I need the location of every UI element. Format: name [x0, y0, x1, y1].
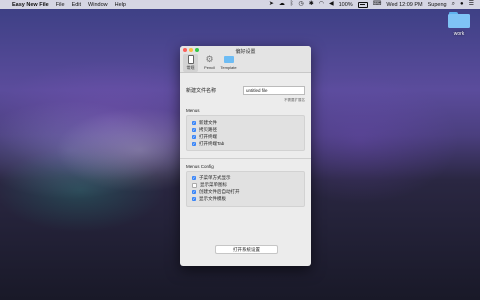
config-option-submenu[interactable]: ✓ 子菜单方式显示 [192, 175, 299, 182]
config-option-auto-open[interactable]: ✓ 创建文件后自动打开 [192, 189, 299, 196]
filename-hint: 不需要扩展名 [284, 98, 305, 102]
config-option-show-templates[interactable]: ✓ 显示文件模板 [192, 196, 299, 203]
tab-pencil-label: Pencil [204, 65, 215, 70]
input-source-icon[interactable]: ⌨ [373, 1, 382, 8]
menus-section-title: Menus [186, 108, 200, 113]
notification-center-icon[interactable]: ☰ [469, 1, 474, 8]
tab-template[interactable]: Template [220, 54, 237, 72]
checkbox[interactable]: ✓ [192, 176, 196, 181]
bluetooth-status-icon[interactable]: ✱ [309, 1, 314, 8]
open-system-settings-button[interactable]: 打开系统设置 [215, 245, 278, 254]
location-icon[interactable]: ➤ [269, 1, 274, 8]
tab-pencil[interactable]: ⚙ Pencil [202, 54, 217, 72]
checkbox[interactable]: ✓ [192, 141, 196, 146]
battery-icon[interactable] [357, 1, 368, 8]
battery-percent: 100% [338, 1, 353, 8]
menu-option-copy-path[interactable]: ✓ 拷贝路径 [192, 126, 299, 133]
option-label: 创建文件后自动打开 [199, 189, 240, 195]
filename-label: 新建文件名称 [186, 88, 217, 94]
desktop-folder-label: work [453, 31, 465, 37]
option-label: 拷贝路径 [199, 126, 217, 132]
menu-edit[interactable]: Edit [72, 2, 81, 8]
menu-bar: Easy New File File Edit Window Help ➤ ☁ … [0, 0, 480, 9]
wifi-icon[interactable]: ◠ [319, 1, 324, 8]
option-label: 子菜单方式显示 [199, 175, 231, 181]
menu-option-new-file[interactable]: ✓ 新建文件 [192, 119, 299, 126]
menu-help[interactable]: Help [115, 2, 126, 8]
config-option-menu-icons[interactable]: 显示菜单图标 [192, 182, 299, 189]
preferences-content: 新建文件名称 不需要扩展名 Menus ✓ 新建文件 ✓ 拷贝路径 ✓ 打开终端… [180, 86, 311, 207]
menu-option-open-terminal[interactable]: ✓ 打开终端 [192, 133, 299, 140]
user-menu[interactable]: Supeng [428, 2, 447, 8]
folder-icon [223, 56, 234, 63]
desktop-folder-work[interactable]: work [446, 12, 472, 37]
title-bar: 偏好设置 [180, 46, 311, 55]
bluetooth-icon[interactable]: ᛒ [290, 1, 294, 8]
option-label: 新建文件 [199, 119, 217, 125]
menus-group: ✓ 新建文件 ✓ 拷贝路径 ✓ 打开终端 ✓ 打开终端Tab [186, 115, 305, 151]
checkbox[interactable]: ✓ [192, 134, 196, 139]
clock[interactable]: Wed 12:09 PM [386, 2, 422, 8]
menu-option-open-terminal-tab[interactable]: ✓ 打开终端Tab [192, 140, 299, 147]
clock-icon[interactable]: ◷ [298, 1, 303, 8]
menus-config-group: ✓ 子菜单方式显示 显示菜单图标 ✓ 创建文件后自动打开 ✓ 显示文件模板 [186, 170, 305, 207]
tab-template-label: Template [220, 65, 237, 70]
option-label: 显示菜单图标 [200, 182, 227, 188]
app-menu[interactable]: Easy New File [12, 2, 49, 8]
checkbox[interactable]: ✓ [192, 120, 196, 125]
checkbox[interactable]: ✓ [192, 190, 196, 195]
checkbox[interactable] [192, 182, 197, 188]
volume-icon[interactable]: ◀ [329, 1, 334, 8]
tab-general-label: 常规 [186, 65, 195, 70]
device-icon [187, 55, 194, 64]
tab-general[interactable]: 常规 [183, 54, 198, 72]
siri-icon[interactable]: ● [460, 1, 464, 8]
window-title: 偏好设置 [235, 48, 256, 55]
menu-file[interactable]: File [56, 2, 65, 8]
preferences-window: 偏好设置 常规 ⚙ Pencil Template 新建文件名称 不需要扩展名 … [180, 46, 311, 266]
cloud-icon[interactable]: ☁ [279, 1, 285, 8]
checkbox[interactable]: ✓ [192, 197, 196, 202]
option-label: 打开终端Tab [199, 140, 225, 146]
menu-window[interactable]: Window [88, 2, 108, 8]
search-icon[interactable]: ⌕ [452, 1, 455, 8]
preferences-toolbar: 常规 ⚙ Pencil Template [180, 54, 311, 73]
option-label: 打开终端 [199, 133, 217, 139]
option-label: 显示文件模板 [199, 196, 226, 202]
filename-input[interactable] [243, 86, 305, 95]
folder-icon [448, 12, 470, 28]
gear-icon: ⚙ [205, 54, 214, 64]
section-divider [180, 158, 311, 159]
checkbox[interactable]: ✓ [192, 127, 196, 132]
menus-config-section-title: Menus Config [186, 163, 214, 169]
